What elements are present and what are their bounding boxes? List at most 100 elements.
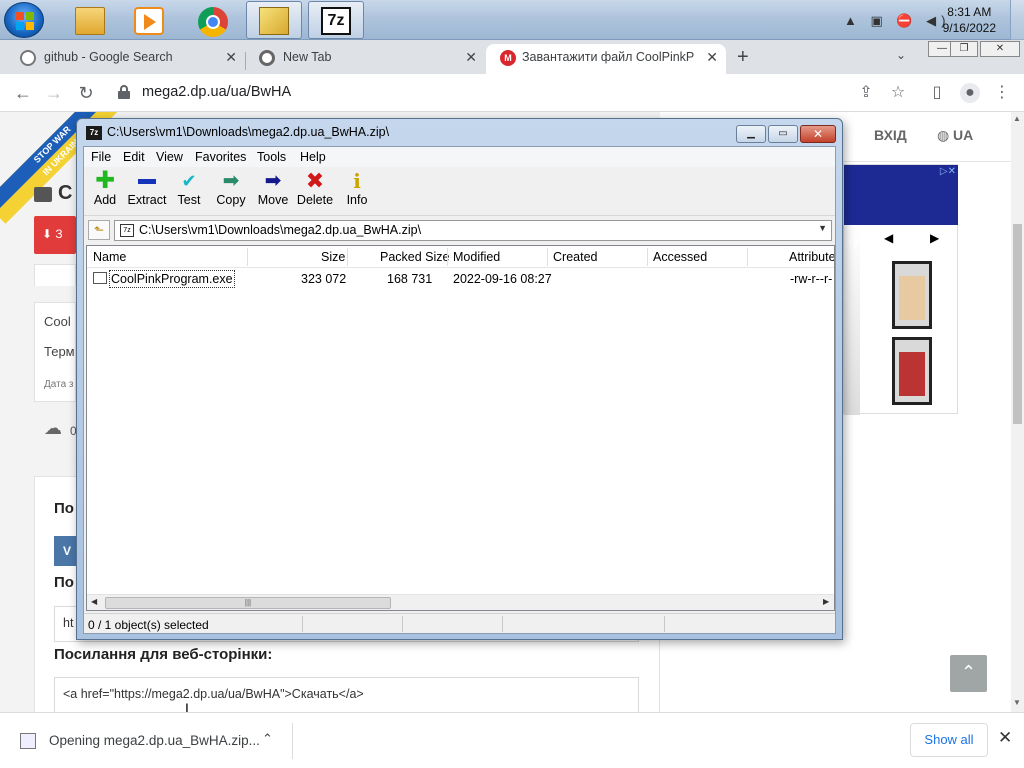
- 7zip-icon: 7z: [321, 7, 351, 35]
- clock-date: 9/16/2022: [942, 21, 996, 35]
- tab-label: github - Google Search: [44, 50, 173, 64]
- show-desktop-button[interactable]: [1010, 0, 1024, 40]
- scroll-to-top-button[interactable]: ⌃: [950, 655, 987, 692]
- back-button[interactable]: ←: [10, 80, 36, 106]
- file-info-card: [34, 264, 76, 286]
- column-packed-size[interactable]: Packed Size: [380, 250, 449, 264]
- menu-help[interactable]: Help: [300, 150, 326, 164]
- clock[interactable]: 8:31 AM 9/16/2022: [943, 4, 996, 36]
- taskbar-file-explorer[interactable]: [62, 1, 118, 39]
- taskbar-media-player[interactable]: [121, 1, 177, 39]
- globe-icon: ◍: [937, 127, 950, 143]
- hscroll-thumb[interactable]: |||: [105, 597, 391, 609]
- scroll-left-icon[interactable]: ◀: [91, 597, 97, 606]
- file-name: CoolPinkProgram.exe: [109, 270, 235, 288]
- file-attribute: -rw-r--r-: [790, 272, 833, 286]
- folder-up-icon[interactable]: ⬑: [88, 220, 110, 240]
- scroll-up-icon[interactable]: ▲: [1013, 114, 1021, 123]
- menu-view[interactable]: View: [156, 150, 183, 164]
- window-title: C:\Users\vm1\Downloads\mega2.dp.ua_BwHA.…: [107, 125, 390, 139]
- new-tab-button[interactable]: +: [737, 46, 749, 69]
- reload-button[interactable]: ↻: [73, 80, 99, 106]
- delete-button[interactable]: ✖ Delete: [292, 170, 338, 214]
- adchoices-icon[interactable]: ▷✕: [940, 166, 956, 177]
- info-button[interactable]: i Info: [334, 170, 380, 214]
- path-combobox[interactable]: 7z C:\Users\vm1\Downloads\mega2.dp.ua_Bw…: [114, 220, 832, 241]
- extract-label: Extract: [127, 193, 167, 207]
- check-icon: ✔: [181, 171, 197, 191]
- menu-favorites[interactable]: Favorites: [195, 150, 246, 164]
- start-button[interactable]: [4, 2, 44, 38]
- ad-card-image-2[interactable]: [892, 337, 932, 405]
- close-icon[interactable]: ✕: [465, 44, 477, 70]
- minimize-button[interactable]: ▁: [736, 125, 766, 143]
- section-title-2: По: [54, 574, 74, 591]
- 7zip-window: 7z C:\Users\vm1\Downloads\mega2.dp.ua_Bw…: [76, 118, 843, 640]
- column-accessed[interactable]: Accessed: [653, 250, 707, 264]
- close-button[interactable]: ✕: [800, 125, 836, 143]
- column-modified[interactable]: Modified: [453, 250, 500, 264]
- menu-edit[interactable]: Edit: [123, 150, 145, 164]
- column-created[interactable]: Created: [553, 250, 597, 264]
- copy-button[interactable]: ➡ Copy: [208, 170, 254, 214]
- tab-mega-download[interactable]: M Завантажити файл CoolPinkProg ✕: [486, 44, 726, 74]
- dropdown-arrow-icon[interactable]: ▼: [818, 223, 827, 233]
- address-bar[interactable]: mega2.dp.ua/ua/BwHA: [142, 84, 291, 100]
- test-button[interactable]: ✔ Test: [166, 170, 212, 214]
- ad-next-icon[interactable]: ▶: [930, 231, 939, 245]
- tab-github-search[interactable]: github - Google Search ✕: [0, 44, 245, 74]
- ad-banner[interactable]: ▷✕ ay ◀ ▶: [843, 164, 958, 415]
- table-row[interactable]: CoolPinkProgram.exe 323 072 168 731 2022…: [87, 270, 834, 288]
- page-scrollbar[interactable]: ▲ ▼: [1011, 112, 1024, 712]
- maximize-button[interactable]: ▭: [768, 125, 798, 143]
- login-link[interactable]: ВХІД: [874, 127, 907, 143]
- menu-kebab-icon[interactable]: ⋮: [992, 83, 1012, 103]
- tab-search-chevron-icon[interactable]: ⌄: [896, 48, 906, 62]
- tab-new-tab[interactable]: New Tab ✕: [239, 44, 485, 74]
- close-window-button[interactable]: ✕: [980, 41, 1020, 57]
- move-button[interactable]: ➡ Move: [250, 170, 296, 214]
- download-arrow-icon: ⬇: [42, 227, 56, 241]
- column-attribute[interactable]: Attribute: [789, 250, 834, 264]
- windows-logo-icon: [16, 12, 34, 30]
- column-size[interactable]: Size: [321, 250, 345, 264]
- ad-top: ▷✕: [844, 165, 958, 225]
- embed-code-input[interactable]: <a href="https://mega2.dp.ua/ua/BwHA">Ск…: [54, 677, 639, 712]
- bookmark-star-icon[interactable]: ☆: [888, 83, 908, 103]
- taskbar-7zip[interactable]: 7z: [308, 1, 364, 39]
- window-body: File Edit View Favorites Tools Help ✚ Ad…: [83, 146, 836, 634]
- side-panel-icon[interactable]: ▯: [927, 83, 947, 103]
- forward-button[interactable]: →: [41, 80, 67, 106]
- scroll-down-icon[interactable]: ▼: [1013, 698, 1021, 707]
- status-text: 0 / 1 object(s) selected: [88, 618, 209, 632]
- download-button[interactable]: ⬇ З: [34, 216, 76, 254]
- scrollbar-thumb[interactable]: [1013, 224, 1022, 424]
- taskbar-7zip-archive[interactable]: [246, 1, 302, 39]
- tab-strip: github - Google Search ✕ New Tab ✕ M Зав…: [0, 40, 1024, 74]
- download-item-label[interactable]: Opening mega2.dp.ua_BwHA.zip...: [49, 733, 260, 748]
- close-icon[interactable]: ✕: [706, 44, 718, 70]
- chrome-icon: [259, 50, 275, 66]
- share-icon[interactable]: ⇪: [856, 83, 876, 103]
- file-list[interactable]: Name Size Packed Size Modified Created A…: [86, 245, 835, 611]
- menu-file[interactable]: File: [91, 150, 111, 164]
- profile-avatar-icon[interactable]: ●: [960, 83, 980, 103]
- column-name[interactable]: Name: [93, 250, 126, 264]
- extract-button[interactable]: Extract: [124, 170, 170, 214]
- close-icon[interactable]: ✕: [225, 44, 237, 70]
- language-link[interactable]: UA: [953, 127, 973, 143]
- ad-prev-icon[interactable]: ◀: [884, 231, 893, 245]
- show-all-button[interactable]: Show all: [910, 723, 988, 757]
- menu-tools[interactable]: Tools: [257, 150, 286, 164]
- close-icon[interactable]: ✕: [998, 728, 1012, 748]
- scroll-right-icon[interactable]: ▶: [823, 597, 829, 606]
- lock-icon[interactable]: [118, 85, 130, 99]
- taskbar-chrome[interactable]: [184, 1, 240, 39]
- ad-card-image-1[interactable]: [892, 261, 932, 329]
- tray-icons[interactable]: ▲ ▣ ⛔ ◀): [844, 13, 951, 29]
- add-button[interactable]: ✚ Add: [82, 169, 128, 214]
- status-bar: 0 / 1 object(s) selected: [84, 613, 835, 633]
- horizontal-scrollbar[interactable]: ◀ ||| ▶: [87, 594, 834, 610]
- restore-button[interactable]: ❐: [950, 41, 978, 57]
- chevron-up-icon[interactable]: ⌃: [262, 731, 273, 747]
